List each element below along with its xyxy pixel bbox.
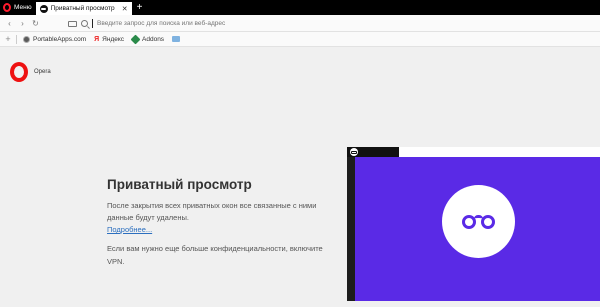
- learn-more-link[interactable]: Подробнее...: [107, 225, 152, 234]
- opera-menu-button[interactable]: Меню: [0, 0, 36, 15]
- page-heading: Приватный просмотр: [107, 177, 252, 192]
- private-mode-icon: [39, 4, 48, 13]
- tab-title: Приватный просмотр: [50, 5, 115, 12]
- address-field: [68, 17, 600, 30]
- yandex-icon: Я: [94, 35, 100, 43]
- address-bar: ‹ › ↻: [0, 15, 600, 32]
- tab-private-browsing[interactable]: Приватный просмотр ✕: [35, 2, 132, 15]
- goggles-icon-right: [481, 215, 495, 229]
- portableapps-icon: [23, 35, 30, 43]
- bookmark-portableapps[interactable]: PortableApps.com: [23, 35, 87, 43]
- menu-label: Меню: [14, 4, 32, 11]
- address-input[interactable]: [97, 20, 397, 27]
- bookmarks-divider: [16, 34, 17, 44]
- close-tab-icon[interactable]: ✕: [122, 5, 128, 13]
- keyboard-icon[interactable]: [68, 20, 77, 27]
- back-button[interactable]: ‹: [3, 15, 16, 32]
- private-description: После закрытия всех приватных окон все с…: [107, 201, 317, 222]
- bookmark-folder-icon[interactable]: [172, 36, 181, 42]
- forward-button[interactable]: ›: [16, 15, 29, 32]
- bookmark-addons[interactable]: Addons: [130, 34, 165, 44]
- bookmark-label: Addons: [142, 35, 165, 43]
- bookmarks-bar: + PortableApps.com Я Яндекс Addons: [0, 32, 600, 47]
- illustration-tab: [347, 147, 399, 157]
- illustration-private-icon: [350, 148, 358, 156]
- vpn-suggestion: Если вам нужно еще больше конфиденциальн…: [107, 244, 323, 266]
- new-tab-button[interactable]: +: [137, 0, 143, 15]
- bookmark-label: Яндекс: [102, 35, 125, 43]
- bookmark-label: PortableApps.com: [33, 35, 87, 43]
- private-mode-illustration: [347, 147, 600, 301]
- text-cursor: [92, 19, 93, 28]
- reload-button[interactable]: ↻: [29, 15, 42, 32]
- opera-logo-icon: [3, 3, 11, 12]
- search-icon: [81, 20, 88, 27]
- opera-brand-label[interactable]: Opera: [34, 69, 51, 75]
- bookmark-yandex[interactable]: Я Яндекс: [94, 36, 124, 43]
- opera-logo-icon[interactable]: [10, 62, 28, 82]
- tab-bar: Меню Приватный просмотр ✕ +: [0, 0, 600, 15]
- add-bookmark-button[interactable]: +: [0, 34, 16, 44]
- private-goggles-badge: [442, 185, 515, 258]
- addons-icon: [130, 34, 141, 44]
- private-browsing-page: Opera Приватный просмотр После закрытия …: [0, 48, 600, 307]
- illustration-window: [355, 157, 600, 301]
